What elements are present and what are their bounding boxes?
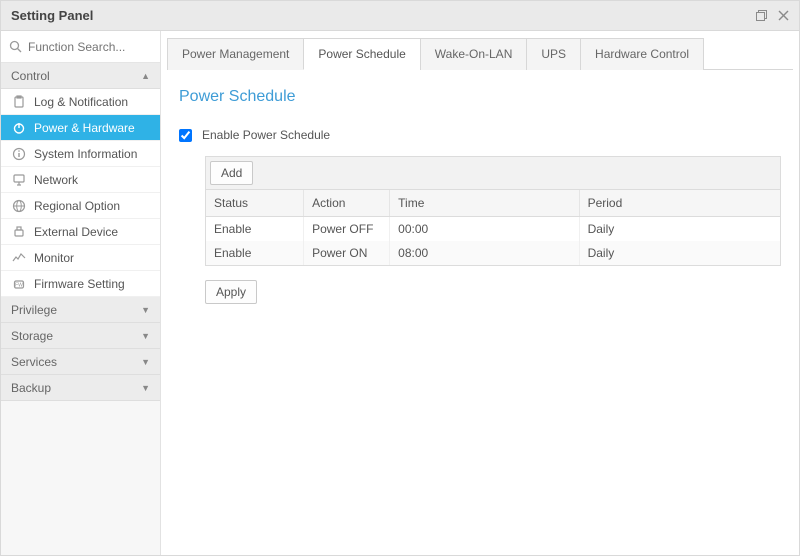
section-label: Control: [11, 69, 50, 83]
sidebar-item-power-hardware[interactable]: Power & Hardware: [1, 115, 160, 141]
table-row[interactable]: Enable Power ON 08:00 Daily: [206, 241, 780, 265]
cell-action: Power OFF: [304, 217, 390, 242]
sidebar-item-system-information[interactable]: System Information: [1, 141, 160, 167]
table-header-row: Status Action Time Period: [206, 190, 780, 217]
apply-button[interactable]: Apply: [205, 280, 257, 304]
sidebar-item-label: Log & Notification: [34, 95, 128, 109]
sidebar-item-label: Regional Option: [34, 199, 120, 213]
schedule-table: Status Action Time Period Enable Power O…: [206, 190, 780, 265]
globe-icon: [11, 198, 27, 214]
section-label: Storage: [11, 329, 53, 343]
sidebar-item-regional-option[interactable]: Regional Option: [1, 193, 160, 219]
external-device-icon: [11, 224, 27, 240]
cell-status: Enable: [206, 241, 304, 265]
window-body: Control ▲ Log & Notification Power & Har…: [1, 31, 799, 555]
apply-row: Apply: [205, 280, 781, 304]
firmware-icon: FW: [11, 276, 27, 292]
section-label: Services: [11, 355, 57, 369]
info-icon: [11, 146, 27, 162]
settings-window: Setting Panel Control ▲ Log & Notificati…: [0, 0, 800, 556]
sidebar-item-label: Network: [34, 173, 78, 187]
tab-power-management[interactable]: Power Management: [167, 38, 304, 70]
chevron-down-icon: ▼: [141, 331, 150, 341]
cell-action: Power ON: [304, 241, 390, 265]
tab-power-schedule[interactable]: Power Schedule: [303, 38, 420, 70]
power-icon: [11, 120, 27, 136]
enable-schedule-label: Enable Power Schedule: [202, 128, 330, 142]
monitor-icon: [11, 250, 27, 266]
tab-wake-on-lan[interactable]: Wake-On-LAN: [420, 38, 528, 70]
search-input[interactable]: [28, 40, 152, 54]
col-time[interactable]: Time: [390, 190, 579, 217]
section-control[interactable]: Control ▲: [1, 63, 160, 89]
tabbar: Power Management Power Schedule Wake-On-…: [167, 37, 793, 70]
sidebar-item-label: Power & Hardware: [34, 121, 135, 135]
sidebar-item-external-device[interactable]: External Device: [1, 219, 160, 245]
schedule-table-wrap: Add Status Action Time Period: [205, 156, 781, 266]
sidebar-item-label: Monitor: [34, 251, 74, 265]
sidebar-item-monitor[interactable]: Monitor: [1, 245, 160, 271]
sidebar-item-firmware-setting[interactable]: FW Firmware Setting: [1, 271, 160, 297]
search-icon: [9, 40, 22, 53]
section-label: Backup: [11, 381, 51, 395]
page-title: Power Schedule: [179, 88, 781, 106]
sidebar: Control ▲ Log & Notification Power & Har…: [1, 31, 161, 555]
chevron-down-icon: ▼: [141, 383, 150, 393]
col-status[interactable]: Status: [206, 190, 304, 217]
sidebar-item-label: Firmware Setting: [34, 277, 125, 291]
svg-text:FW: FW: [15, 282, 23, 288]
cell-time: 00:00: [390, 217, 579, 242]
add-button[interactable]: Add: [210, 161, 253, 185]
restore-icon[interactable]: [756, 10, 768, 22]
cell-period: Daily: [579, 217, 780, 242]
network-icon: [11, 172, 27, 188]
search-box: [1, 31, 160, 63]
table-row[interactable]: Enable Power OFF 00:00 Daily: [206, 217, 780, 242]
titlebar: Setting Panel: [1, 1, 799, 31]
sidebar-item-label: System Information: [34, 147, 137, 161]
cell-time: 08:00: [390, 241, 579, 265]
section-label: Privilege: [11, 303, 57, 317]
sidebar-item-network[interactable]: Network: [1, 167, 160, 193]
col-period[interactable]: Period: [579, 190, 780, 217]
chevron-down-icon: ▼: [141, 357, 150, 367]
col-action[interactable]: Action: [304, 190, 390, 217]
cell-period: Daily: [579, 241, 780, 265]
tab-ups[interactable]: UPS: [526, 38, 581, 70]
cell-status: Enable: [206, 217, 304, 242]
enable-schedule-checkbox[interactable]: [179, 129, 192, 142]
section-backup[interactable]: Backup ▼: [1, 375, 160, 401]
sidebar-item-label: External Device: [34, 225, 118, 239]
section-privilege[interactable]: Privilege ▼: [1, 297, 160, 323]
table-toolbar: Add: [206, 157, 780, 190]
chevron-down-icon: ▼: [141, 305, 150, 315]
section-services[interactable]: Services ▼: [1, 349, 160, 375]
main-panel: Power Management Power Schedule Wake-On-…: [161, 31, 799, 555]
window-title: Setting Panel: [11, 8, 93, 23]
section-storage[interactable]: Storage ▼: [1, 323, 160, 349]
sidebar-item-log-notification[interactable]: Log & Notification: [1, 89, 160, 115]
tab-hardware-control[interactable]: Hardware Control: [580, 38, 704, 70]
chevron-up-icon: ▲: [141, 71, 150, 81]
close-icon[interactable]: [778, 10, 789, 21]
tab-content: Power Schedule Enable Power Schedule Add…: [167, 70, 793, 549]
enable-schedule-row: Enable Power Schedule: [179, 128, 781, 142]
clipboard-icon: [11, 94, 27, 110]
